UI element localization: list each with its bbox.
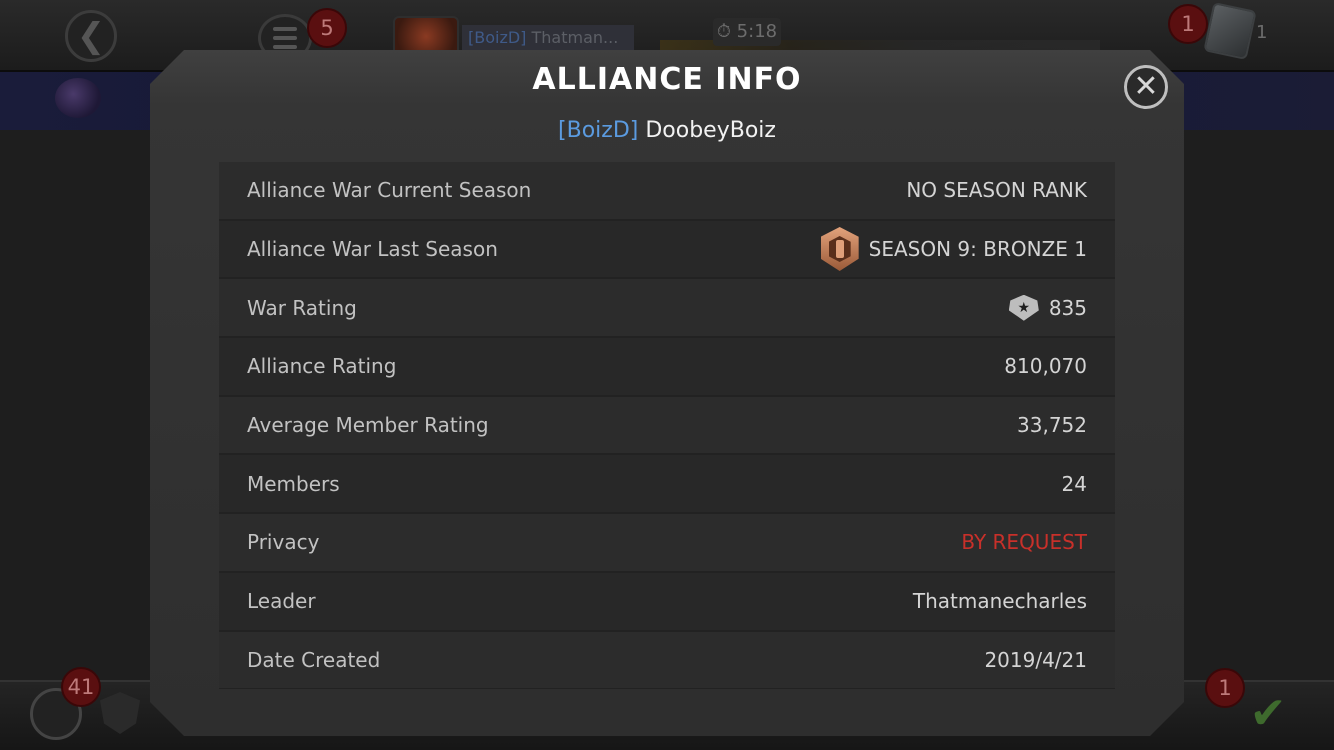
row-value: 33,752 — [1017, 413, 1087, 438]
leader-value[interactable]: Thatmanecharles — [913, 589, 1087, 613]
row-value-wrap: SEASON 9: BRONZE 1 — [820, 227, 1087, 272]
war-rating-icon: ★ — [1009, 295, 1039, 321]
row-label: Alliance War Current Season — [247, 178, 532, 203]
row-label: Average Member Rating — [247, 413, 489, 438]
row-leader: Leader Thatmanecharles — [219, 573, 1115, 632]
row-date-created: Date Created 2019/4/21 — [219, 631, 1115, 689]
row-label: Members — [247, 471, 340, 496]
row-value: 24 — [1061, 471, 1087, 496]
timer: ⏱ 5:18 — [713, 18, 781, 46]
bronze-rank-icon — [820, 227, 859, 272]
row-label: War Rating — [247, 295, 357, 320]
crystal-count: 1 — [1256, 22, 1268, 43]
player-chip[interactable]: [BoizD] Thatman... — [462, 25, 634, 51]
alliance-name: DoobeyBoiz — [645, 118, 776, 143]
row-alliance-rating: Alliance Rating 810,070 — [219, 338, 1115, 397]
row-last-season: Alliance War Last Season SEASON 9: BRONZ… — [219, 221, 1115, 280]
row-average-member-rating: Average Member Rating 33,752 — [219, 396, 1115, 456]
row-value: NO SEASON RANK — [906, 178, 1087, 203]
privacy-value: BY REQUEST — [961, 530, 1087, 555]
alliance-info-table: Alliance War Current Season NO SEASON RA… — [219, 162, 1115, 689]
player-tag: [BoizD] — [468, 28, 527, 47]
row-value-wrap: ★ 835 — [1009, 295, 1087, 321]
back-arrow-icon: ❮ — [76, 16, 106, 56]
close-button[interactable]: ✕ — [1124, 65, 1168, 109]
row-value: 2019/4/21 — [984, 647, 1087, 672]
row-value: 810,070 — [1004, 354, 1087, 379]
row-label: Date Created — [247, 647, 381, 672]
row-privacy: Privacy BY REQUEST — [219, 514, 1115, 573]
alliance-badge: 41 — [61, 667, 101, 707]
row-label: Privacy — [247, 530, 320, 555]
row-members: Members 24 — [219, 455, 1115, 515]
quest-badge: 1 — [1205, 668, 1245, 708]
row-war-rating: War Rating ★ 835 — [219, 279, 1115, 339]
row-value: 835 — [1048, 295, 1087, 320]
alliance-tag: [BoizD] — [558, 118, 639, 143]
top-right-badge: 1 — [1168, 4, 1208, 44]
back-button[interactable]: ❮ — [65, 10, 117, 62]
row-value: SEASON 9: BRONZE 1 — [868, 237, 1087, 262]
row-current-season: Alliance War Current Season NO SEASON RA… — [219, 162, 1115, 221]
close-icon: ✕ — [1133, 69, 1159, 104]
player-name: Thatman... — [531, 28, 619, 47]
checkmark-icon[interactable]: ✔ — [1240, 688, 1296, 740]
row-label: Alliance War Last Season — [247, 237, 498, 262]
menu-notification-badge: 5 — [307, 8, 347, 48]
timer-value: 5:18 — [736, 21, 778, 42]
row-label: Leader — [247, 589, 316, 614]
alliance-name-line: [BoizD] DoobeyBoiz — [0, 118, 1334, 143]
row-label: Alliance Rating — [247, 354, 397, 379]
